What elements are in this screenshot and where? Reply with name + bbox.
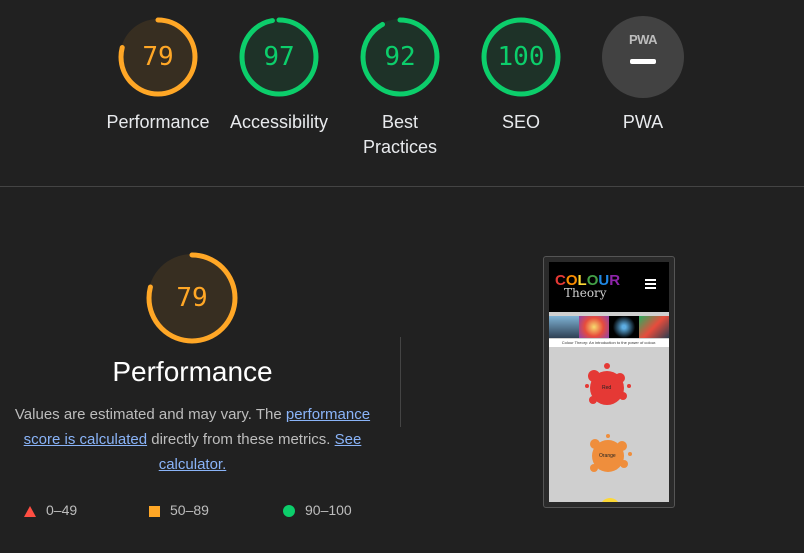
gauge-ring: 79 xyxy=(117,16,199,98)
legend-average: 50–89 xyxy=(149,500,209,520)
square-icon xyxy=(149,505,160,517)
performance-description: Values are estimated and may vary. The p… xyxy=(10,402,375,477)
gauge-ring: PWA xyxy=(602,16,684,98)
gauge-score: 79 xyxy=(142,42,174,72)
gauge-label: Performance xyxy=(106,112,210,132)
gauge-score: 97 xyxy=(263,42,295,72)
gauge-score: 92 xyxy=(384,42,416,72)
gauge-accessibility[interactable]: 97 Accessibility xyxy=(219,16,339,135)
banner-image xyxy=(549,316,579,338)
gauge-pwa[interactable]: PWA PWA xyxy=(583,16,703,135)
gauge-ring: 100 xyxy=(480,16,562,98)
gauge-best-practices[interactable]: 92 Best Practices xyxy=(340,16,460,160)
gauge-ring: 97 xyxy=(238,16,320,98)
gauge-ring: 92 xyxy=(359,16,441,98)
description-text: Values are estimated and may vary. The xyxy=(14,406,286,423)
legend-pass-label: 90–100 xyxy=(305,502,352,518)
pwa-dash-icon xyxy=(630,59,656,64)
legend-fail: 0–49 xyxy=(24,500,77,520)
banner-image xyxy=(639,316,669,338)
circle-icon xyxy=(283,505,295,518)
pwa-badge-icon: PWA xyxy=(602,16,684,98)
vertical-divider xyxy=(400,337,401,427)
hamburger-menu-icon xyxy=(645,279,656,291)
splat-orange-label: Orange xyxy=(599,453,616,459)
gauge-performance[interactable]: 79 Performance xyxy=(98,16,218,135)
site-header: COLOUR Theory xyxy=(549,262,669,312)
performance-gauge: 79 xyxy=(145,251,239,345)
site-tagline: Colour Theory: An introduction to the po… xyxy=(549,339,669,347)
gauge-seo[interactable]: 100 SEO xyxy=(461,16,581,135)
pwa-badge-text: PWA xyxy=(628,32,658,47)
gauge-label: PWA xyxy=(622,112,664,132)
site-logo-subtitle: Theory xyxy=(564,286,607,300)
legend-fail-label: 0–49 xyxy=(46,502,78,518)
triangle-icon xyxy=(24,505,36,517)
performance-title: Performance xyxy=(112,356,273,387)
yellow-paint-splat xyxy=(602,498,618,502)
banner-image xyxy=(579,316,609,338)
legend-average-label: 50–89 xyxy=(170,502,209,518)
banner-images xyxy=(549,316,669,338)
gauge-label: SEO xyxy=(501,112,540,132)
legend-pass: 90–100 xyxy=(283,500,352,520)
final-screenshot[interactable]: COLOUR Theory Colour Theory: An introduc… xyxy=(543,256,675,508)
banner-image xyxy=(609,316,639,338)
performance-score: 79 xyxy=(176,283,208,313)
score-legend: 0–49 50–89 90–100 xyxy=(0,500,400,520)
gauge-label: Best Practices xyxy=(362,112,438,157)
gauge-label: Accessibility xyxy=(229,112,329,132)
splat-red-label: Red xyxy=(602,385,612,391)
screenshot-viewport: COLOUR Theory Colour Theory: An introduc… xyxy=(549,262,669,502)
section-divider xyxy=(0,186,804,187)
category-gauges: 79 Performance 97 Accessibility 92 Best … xyxy=(0,0,804,186)
description-text-mid: directly from these metrics. xyxy=(147,431,335,448)
gauge-score: 100 xyxy=(497,42,545,72)
